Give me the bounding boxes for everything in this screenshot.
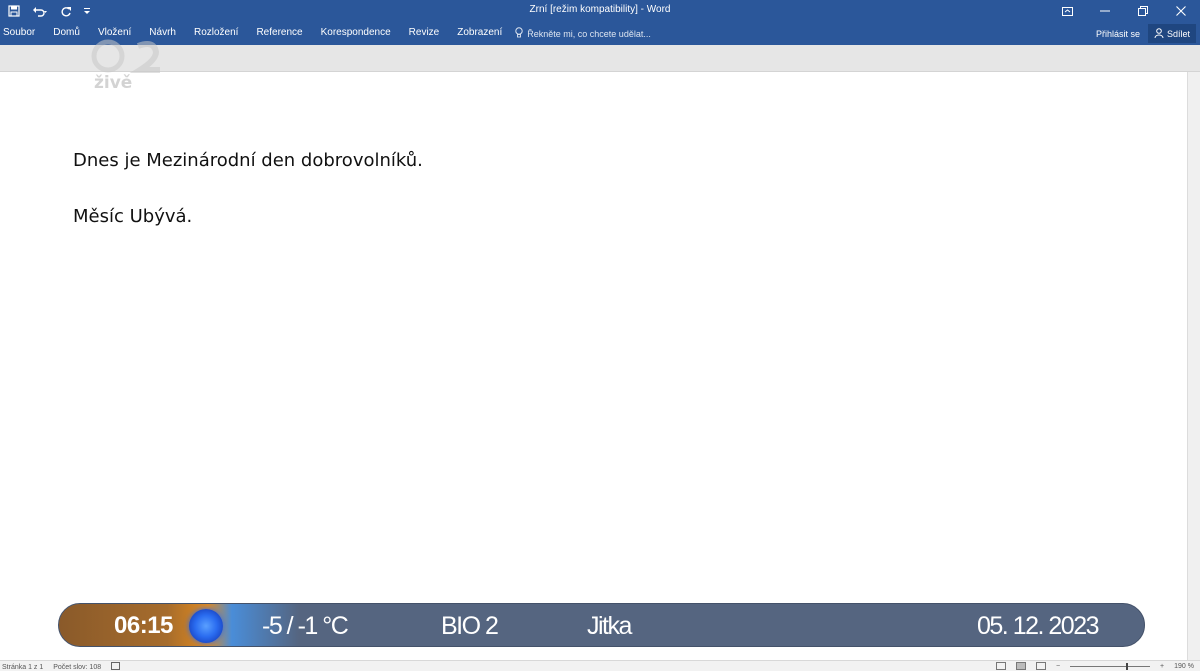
status-left: Stránka 1 z 1 Počet slov: 108 <box>2 662 121 671</box>
ribbon-tab-row: Soubor Domů Vložení Návrh Rozložení Refe… <box>0 22 1200 45</box>
ruler-area <box>0 45 1200 72</box>
tell-me-box[interactable]: Řekněte mi, co chcete udělat... <box>511 22 651 45</box>
document-paragraph[interactable]: Měsíc Ubývá. <box>73 206 192 227</box>
tab-soubor[interactable]: Soubor <box>0 22 44 45</box>
minimize-icon[interactable] <box>1086 0 1124 22</box>
vertical-scrollbar[interactable] <box>1187 72 1200 660</box>
tab-domu[interactable]: Domů <box>44 22 89 45</box>
zoom-slider[interactable] <box>1070 662 1151 670</box>
tab-reference[interactable]: Reference <box>247 22 311 45</box>
status-right: − + 190 % <box>995 662 1194 670</box>
tab-zobrazeni[interactable]: Zobrazení <box>448 22 511 45</box>
zoom-in-icon[interactable]: + <box>1160 663 1164 670</box>
tell-me-placeholder: Řekněte mi, co chcete udělat... <box>527 28 651 39</box>
read-mode-icon[interactable] <box>995 662 1006 670</box>
zoom-out-icon[interactable]: − <box>1056 663 1060 670</box>
share-button[interactable]: Sdílet <box>1147 24 1196 43</box>
title-bar: Zrní [režim kompatibility] - Word <box>0 0 1200 22</box>
channel-logo-text: živě <box>94 73 133 93</box>
ribbon-account-area: Přihlásit se Sdílet <box>1096 23 1196 44</box>
tab-korespondence[interactable]: Korespondence <box>312 22 400 45</box>
ticker-channel: BIO 2 <box>441 612 499 640</box>
ticker-temperature: -5 / -1 °C <box>262 612 349 640</box>
tab-revize[interactable]: Revize <box>400 22 449 45</box>
page-count[interactable]: Stránka 1 z 1 <box>2 664 43 671</box>
tab-rozlozeni[interactable]: Rozložení <box>185 22 247 45</box>
restore-icon[interactable] <box>1124 0 1162 22</box>
ticker-date: 05. 12. 2023 <box>977 612 1100 640</box>
zoom-slider-thumb[interactable] <box>1126 662 1129 670</box>
word-count[interactable]: Počet slov: 108 <box>53 664 101 671</box>
share-label: Sdílet <box>1166 28 1190 39</box>
sign-in-link[interactable]: Přihlásit se <box>1096 29 1140 39</box>
proofing-icon[interactable] <box>111 662 121 671</box>
close-icon[interactable] <box>1162 0 1200 22</box>
ribbon-display-options-icon[interactable] <box>1048 0 1086 22</box>
status-bar: Stránka 1 z 1 Počet slov: 108 − + 190 % <box>0 660 1200 671</box>
lightbulb-icon <box>515 27 523 40</box>
moon-icon <box>189 609 223 643</box>
tv-ticker: 06:15 -5 / -1 °C BIO 2 Jitka 05. 12. 202… <box>58 603 1145 647</box>
web-layout-icon[interactable] <box>1035 662 1046 670</box>
document-paragraph[interactable]: Dnes je Mezinárodní den dobrovolníků. <box>73 150 423 171</box>
zoom-level[interactable]: 190 % <box>1174 663 1194 670</box>
print-layout-icon[interactable] <box>1015 662 1026 670</box>
ticker-nameday: Jitka <box>587 612 632 640</box>
ticker-time: 06:15 <box>114 612 173 639</box>
window-title: Zrní [režim kompatibility] - Word <box>529 4 671 15</box>
person-icon <box>1154 27 1164 40</box>
window-controls <box>1048 0 1200 22</box>
